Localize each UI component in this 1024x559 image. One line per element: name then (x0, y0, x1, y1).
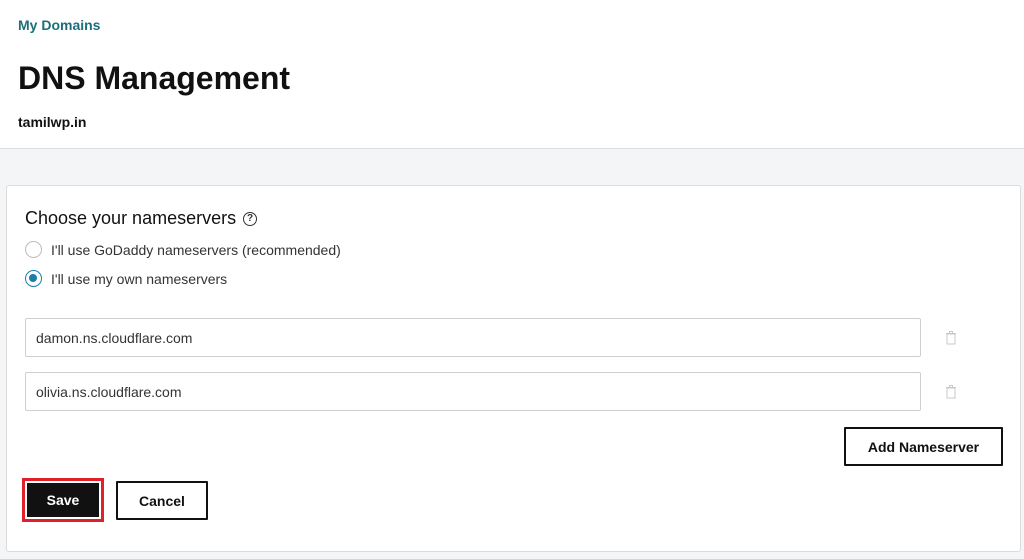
nameservers-card: Choose your nameservers ? I'll use GoDad… (6, 185, 1021, 552)
save-button-highlight: Save (22, 478, 104, 522)
domain-name: tamilwp.in (18, 114, 87, 130)
add-nameserver-button[interactable]: Add Nameserver (844, 427, 1003, 466)
page-header: My Domains DNS Management tamilwp.in (0, 0, 1024, 149)
radio-button-selected[interactable] (25, 270, 42, 287)
breadcrumb-my-domains[interactable]: My Domains (18, 17, 100, 33)
nameservers-section-title: Choose your nameservers ? (25, 208, 258, 229)
trash-icon[interactable] (945, 331, 957, 345)
page-title: DNS Management (18, 60, 291, 96)
radio-label: I'll use GoDaddy nameservers (recommende… (51, 241, 341, 258)
radio-godaddy-nameservers[interactable]: I'll use GoDaddy nameservers (recommende… (25, 241, 341, 258)
save-button[interactable]: Save (27, 483, 99, 517)
nameserver-input-1[interactable] (25, 318, 921, 357)
trash-icon[interactable] (945, 385, 957, 399)
nameserver-input-2[interactable] (25, 372, 921, 411)
radio-button[interactable] (25, 241, 42, 258)
radio-own-nameservers[interactable]: I'll use my own nameservers (25, 270, 227, 287)
section-title-text: Choose your nameservers (25, 208, 237, 228)
cancel-button[interactable]: Cancel (116, 481, 208, 520)
radio-label: I'll use my own nameservers (51, 270, 228, 287)
help-circle-icon[interactable]: ? (243, 211, 258, 226)
